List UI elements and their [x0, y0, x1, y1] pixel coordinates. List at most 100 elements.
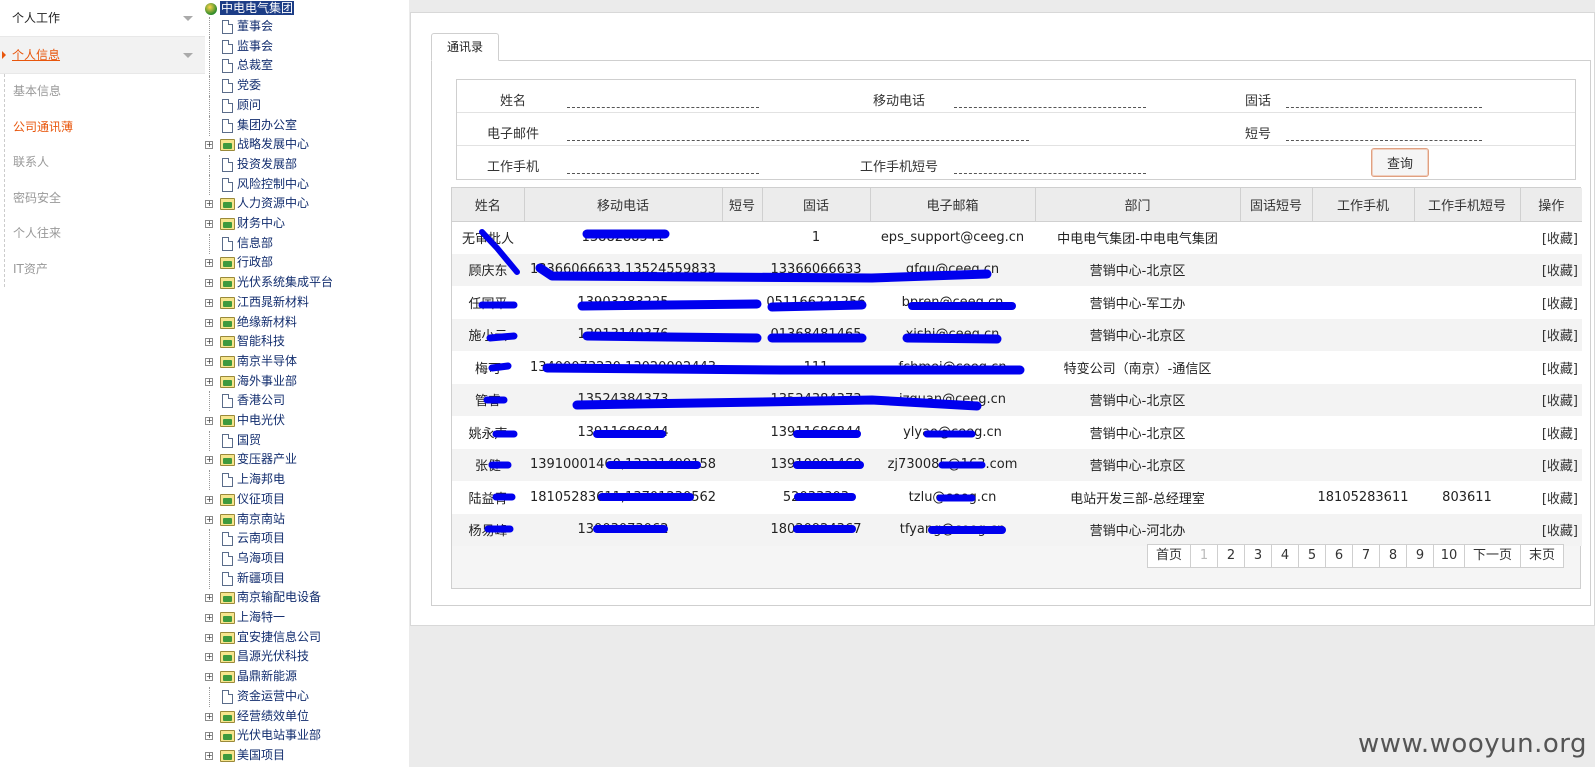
- expand-icon[interactable]: +: [205, 200, 213, 209]
- table-cell: [722, 351, 762, 384]
- expand-icon[interactable]: +: [205, 633, 213, 642]
- expand-icon[interactable]: +: [205, 298, 213, 307]
- pager-page-button[interactable]: 4: [1270, 544, 1299, 568]
- expand-icon[interactable]: +: [205, 220, 213, 228]
- table-cell: [1240, 481, 1312, 514]
- table-cell: 13524384373: [524, 383, 722, 416]
- submenu-item-company-directory[interactable]: 公司通讯薄: [5, 110, 205, 146]
- tree-node-label: 资金运营中心: [237, 688, 310, 703]
- document-icon: [222, 157, 233, 172]
- table-row: 施小云 13913140376 01368481465 xishi@ceeg.cn 营销…: [452, 318, 1582, 351]
- pager-last-button[interactable]: 末页: [1519, 544, 1564, 568]
- table-cell: 13366066633,13524559833: [524, 253, 722, 286]
- pager-page-button[interactable]: 10: [1432, 544, 1465, 568]
- table-cell: tzlu@ceeg.cn: [908, 489, 997, 505]
- table-cell: ylyao@ceeg.cn: [903, 424, 1002, 440]
- folder-icon: [220, 631, 235, 644]
- tree-line: [209, 95, 210, 116]
- table-cell: 张健: [452, 448, 524, 481]
- table-cell: [1240, 286, 1312, 319]
- pager-page-button[interactable]: 2: [1216, 544, 1245, 568]
- email-input[interactable]: [567, 121, 1029, 141]
- tree-node-label: 江西晁新材料: [237, 294, 310, 309]
- submenu-item-basic-info[interactable]: 基本信息: [5, 74, 205, 110]
- expand-icon[interactable]: +: [205, 673, 213, 682]
- landline-input[interactable]: [1286, 88, 1482, 108]
- table-cell: [722, 448, 762, 481]
- expand-icon[interactable]: +: [205, 594, 213, 603]
- favorite-link[interactable]: [收藏]: [1520, 318, 1582, 351]
- table-cell: [1414, 383, 1520, 416]
- favorite-link[interactable]: [收藏]: [1520, 416, 1582, 449]
- expand-icon[interactable]: +: [205, 495, 213, 504]
- pager-next-button[interactable]: 下一页: [1463, 544, 1521, 568]
- name-input[interactable]: [567, 88, 759, 108]
- pager-page-button[interactable]: 5: [1297, 544, 1326, 568]
- table-cell: fchmei@ceeg.cn: [898, 359, 1007, 375]
- table-cell: 13400073230,13020002443: [529, 359, 717, 375]
- table-cell: jzguan@ceeg.cn: [870, 383, 1035, 416]
- pager-page-button[interactable]: 6: [1324, 544, 1353, 568]
- expand-icon[interactable]: +: [205, 259, 213, 268]
- query-button[interactable]: 查询: [1371, 148, 1429, 177]
- favorite-link[interactable]: [收藏]: [1520, 351, 1582, 384]
- expand-icon[interactable]: +: [205, 456, 213, 465]
- pager-page-button[interactable]: 7: [1351, 544, 1380, 568]
- submenu-item-password-security[interactable]: 密码安全: [5, 181, 205, 217]
- expand-icon[interactable]: +: [205, 653, 213, 662]
- expand-icon[interactable]: +: [205, 377, 213, 386]
- work-mobile-input[interactable]: [567, 154, 759, 174]
- tree-root-label: 中电电气集团: [220, 1, 295, 15]
- expand-icon[interactable]: +: [205, 338, 213, 347]
- menu-group-personal-info[interactable]: 个人信息: [0, 37, 205, 74]
- favorite-link[interactable]: [收藏]: [1520, 481, 1582, 514]
- favorite-link[interactable]: [收藏]: [1520, 513, 1582, 546]
- short-number-input[interactable]: [1286, 121, 1482, 141]
- favorite-link[interactable]: [收藏]: [1520, 448, 1582, 481]
- work-short-input[interactable]: [954, 154, 1146, 174]
- favorite-link[interactable]: [收藏]: [1520, 253, 1582, 286]
- table-cell: 01368481465: [762, 318, 870, 351]
- tree-root[interactable]: 中电电气集团: [205, 0, 295, 17]
- expand-icon[interactable]: +: [205, 712, 213, 721]
- expand-icon[interactable]: +: [205, 751, 213, 760]
- expand-icon[interactable]: +: [205, 279, 213, 288]
- table-row: 梅可 13400073230,13020002443 111 fchmei@ceeg.…: [452, 351, 1582, 384]
- expand-icon[interactable]: +: [205, 318, 213, 327]
- name-label: 姓名: [500, 94, 527, 109]
- pager-page-button[interactable]: 3: [1243, 544, 1272, 568]
- folder-icon: [220, 257, 235, 270]
- tree-node-label: 智能科技: [237, 334, 286, 349]
- tree-line: [209, 686, 210, 707]
- pager-page-button[interactable]: 1: [1189, 544, 1218, 568]
- expand-icon[interactable]: +: [205, 515, 213, 524]
- pager-page-button[interactable]: 8: [1378, 544, 1407, 568]
- favorite-link[interactable]: [收藏]: [1520, 286, 1582, 319]
- expand-icon[interactable]: +: [205, 732, 213, 741]
- folder-icon: [220, 277, 235, 290]
- submenu-item-contacts[interactable]: 联系人: [5, 145, 205, 181]
- favorite-link[interactable]: [收藏]: [1520, 221, 1582, 254]
- table-cell: [722, 481, 762, 514]
- menu-group-personal-work[interactable]: 个人工作: [0, 0, 205, 37]
- expand-icon[interactable]: +: [205, 357, 213, 366]
- pager-first-button[interactable]: 首页: [1146, 544, 1191, 568]
- tab-directory[interactable]: 通讯录: [431, 33, 499, 61]
- table-cell: 营销中心-北京区: [1035, 253, 1240, 286]
- document-icon: [222, 236, 233, 251]
- tree-node-label: 财务中心: [237, 216, 286, 230]
- submenu-item-it-assets[interactable]: IT资产: [5, 252, 205, 288]
- expand-icon[interactable]: +: [205, 417, 213, 425]
- table-cell: 18020924367: [762, 513, 870, 546]
- pager-page-button[interactable]: 9: [1405, 544, 1434, 568]
- expand-icon[interactable]: +: [205, 614, 213, 622]
- submenu-item-personal-dealings[interactable]: 个人往来: [5, 216, 205, 252]
- form-row: 电子邮件 短号: [457, 113, 1575, 146]
- search-form: 姓名 移动电话 固话 电子邮件 短号 工作手机 工作手机短号 查询: [456, 79, 1576, 180]
- table-cell: 陆益青: [468, 491, 508, 507]
- table-cell: [1240, 383, 1312, 416]
- expand-icon[interactable]: +: [205, 141, 213, 150]
- tree-node-label: 上海邦电: [237, 472, 286, 487]
- favorite-link[interactable]: [收藏]: [1520, 383, 1582, 416]
- mobile-input[interactable]: [954, 88, 1146, 108]
